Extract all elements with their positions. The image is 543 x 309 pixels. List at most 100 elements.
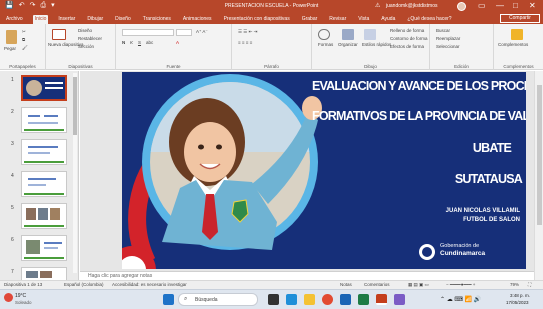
shapes-icon[interactable] [318, 29, 330, 40]
find-button[interactable]: Buscar [436, 28, 450, 33]
slide-thumbnail-7[interactable] [21, 267, 67, 280]
maximize-button[interactable]: □ [513, 1, 518, 11]
group-dibujo: Formas Organizar Estilos rápidos Relleno… [312, 24, 430, 70]
tab-ayuda[interactable]: Ayuda [379, 15, 397, 24]
slide-thumbnail-4[interactable] [21, 171, 67, 197]
slide-canvas[interactable]: EVALUACION Y AVANCE DE LOS PROCESOS FORM… [122, 72, 526, 269]
share-button[interactable]: Compartir [500, 14, 540, 23]
new-slide-icon[interactable] [52, 29, 66, 40]
addins-icon[interactable] [511, 29, 523, 40]
underline-icon[interactable]: S [138, 40, 141, 45]
strikethrough-icon[interactable]: abc [146, 40, 153, 45]
system-tray-icons[interactable]: ⌃ ☁ ⌨ 📶 🔊 [440, 296, 481, 303]
replace-button[interactable]: Reemplazar [436, 36, 460, 41]
photo-face [184, 122, 236, 182]
weather-icon[interactable] [4, 293, 13, 302]
tab-transiciones[interactable]: Transiciones [141, 15, 173, 24]
windows-start-icon[interactable] [163, 294, 174, 305]
format-painter-icon[interactable]: 🖌 [22, 45, 28, 51]
tab-grabar[interactable]: Grabar [300, 15, 320, 24]
copy-icon[interactable]: ⧉ [22, 37, 25, 42]
comments-toggle[interactable]: Comentarios [364, 282, 390, 287]
section-button[interactable]: Sección [78, 44, 94, 49]
ribbon-display-icon[interactable]: ▭ [478, 1, 486, 11]
align-icon[interactable]: ≡ ≡ ≡ ≡ [238, 40, 252, 45]
tab-animaciones[interactable]: Animaciones [181, 15, 214, 24]
quick-styles-icon[interactable] [364, 29, 376, 40]
accessibility-status[interactable]: Accesibilidad: es necesario investigar [112, 282, 187, 287]
tab-insertar[interactable]: Insertar [56, 15, 77, 24]
shapes-button[interactable]: Formas [318, 42, 333, 47]
arrange-button[interactable]: Organizar [338, 42, 358, 47]
group-label-complementos: Complementos [503, 64, 534, 69]
slide-subtitle-sport: FUTBOL DE SALON [463, 217, 520, 223]
clock-date[interactable]: 17/05/2023 [506, 300, 529, 305]
slide-title-line-2: FORMATIVOS DE LA PROVINCIA DE VALLE DE [312, 109, 526, 123]
notes-toggle[interactable]: Notas [340, 282, 352, 287]
file-explorer-icon[interactable] [304, 294, 315, 305]
scroll-thumb[interactable] [537, 85, 542, 225]
slide-thumbnail-6[interactable] [21, 235, 67, 261]
zoom-slider[interactable]: − ━━━━●━━━ + [446, 282, 475, 288]
fit-slide-icon[interactable]: ⛶ [528, 282, 531, 287]
notes-pane[interactable]: Haga clic para agregar notas [80, 271, 534, 280]
slide-thumbnail-2[interactable] [21, 107, 67, 133]
slide-graphics [122, 74, 435, 269]
slide-vertical-scrollbar[interactable] [534, 71, 543, 280]
clock-time[interactable]: 3:48 p. m. [510, 293, 530, 298]
minimize-button[interactable]: — [496, 1, 504, 11]
tab-revisar[interactable]: Revisar [327, 15, 348, 24]
tab-dibujar[interactable]: Dibujar [85, 15, 105, 24]
italic-icon[interactable]: K [130, 40, 133, 45]
task-view-icon[interactable] [268, 294, 279, 305]
tab-vista[interactable]: Vista [356, 15, 371, 24]
word-icon[interactable] [340, 294, 351, 305]
avatar[interactable] [457, 2, 466, 11]
tab-diseno[interactable]: Diseño [113, 15, 133, 24]
group-label-diapositivas: Diapositivas [68, 64, 93, 69]
cut-icon[interactable]: ✂ [22, 29, 26, 35]
search-icon: ⌕ [184, 296, 188, 302]
bullets-icon[interactable]: ☰ ☰ ⇤ ⇥ [238, 29, 257, 35]
language-indicator[interactable]: Español (Colombia) [64, 282, 104, 287]
fill-button[interactable]: Relleno de forma [390, 28, 424, 33]
account-name[interactable]: juandomk@jkstdistmos [386, 3, 437, 9]
font-family-field[interactable] [122, 29, 174, 36]
windows-taskbar: 19°C Soleado ⌕ Búsqueda ⌃ ☁ ⌨ 📶 🔊 3:48 p… [0, 289, 543, 309]
font-color-icon[interactable]: A [176, 40, 179, 45]
tell-me-search[interactable]: ¿Qué desea hacer? [405, 15, 453, 24]
select-button[interactable]: Seleccionar [436, 44, 460, 49]
addins-button[interactable]: Complementos [498, 42, 528, 47]
powerpoint-icon[interactable] [376, 294, 387, 305]
view-buttons-icon[interactable]: ▦ ▤ ▣ ▭ [408, 282, 429, 288]
chrome-icon[interactable] [322, 294, 333, 305]
edge-icon[interactable] [286, 294, 297, 305]
excel-icon[interactable] [358, 294, 369, 305]
close-button[interactable]: ✕ [529, 1, 536, 11]
warning-icon: ⚠ [375, 3, 381, 9]
thumbnails-scrollbar[interactable] [73, 73, 77, 273]
arrange-icon[interactable] [342, 29, 354, 40]
bold-icon[interactable]: N [122, 40, 125, 45]
quick-styles-button[interactable]: Estilos rápidos [362, 42, 391, 47]
grow-font-icon[interactable]: A⁺ A⁻ [196, 29, 208, 35]
taskbar-search[interactable]: ⌕ Búsqueda [178, 293, 258, 306]
paste-icon[interactable] [6, 30, 17, 44]
reset-button[interactable]: Restablecer [78, 36, 102, 41]
outline-button[interactable]: Contorno de forma [390, 36, 428, 41]
paste-button[interactable]: Pegar [4, 46, 16, 51]
tab-presentacion[interactable]: Presentación con diapositivas [222, 15, 292, 24]
slide-thumbnail-5[interactable] [21, 203, 67, 229]
teams-icon[interactable] [394, 294, 405, 305]
group-complementos: Complementos Complementos [494, 24, 543, 70]
slide-thumbnail-3[interactable] [21, 139, 67, 165]
tab-inicio[interactable]: Inicio [32, 15, 49, 24]
tab-archivo[interactable]: Archivo [4, 15, 25, 24]
zoom-level[interactable]: 79% [510, 282, 519, 287]
gobernacion-logo-text-2: Cundinamarca [440, 250, 486, 257]
layout-button[interactable]: Diseño [78, 28, 92, 33]
font-size-field[interactable] [176, 29, 192, 36]
scroll-thumb[interactable] [73, 77, 77, 135]
effects-button[interactable]: Efectos de forma [390, 44, 424, 49]
slide-thumbnail-1[interactable] [21, 75, 67, 101]
